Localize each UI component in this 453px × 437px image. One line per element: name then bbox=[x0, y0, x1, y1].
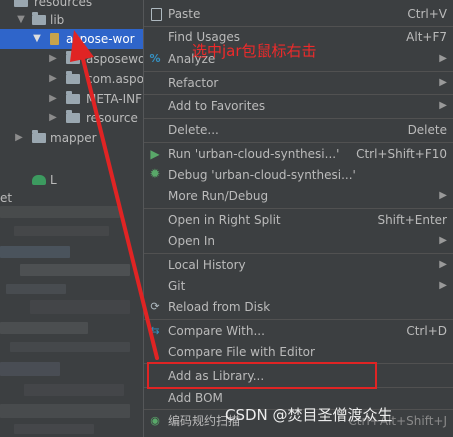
annotation-highlight-box bbox=[147, 362, 377, 389]
watermark: CSDN @焚目圣僧渡众生 bbox=[225, 406, 393, 424]
annotation-text: 选中jar包鼠标右击 bbox=[192, 42, 317, 60]
